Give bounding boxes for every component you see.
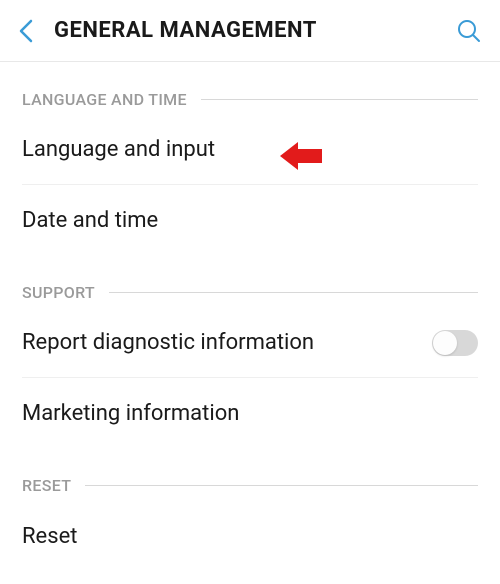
section-divider	[109, 292, 478, 293]
section-label: LANGUAGE AND TIME	[22, 90, 187, 109]
section-header-language-time: LANGUAGE AND TIME	[22, 62, 478, 115]
section-label: SUPPORT	[22, 283, 95, 302]
item-language-and-input[interactable]: Language and input	[22, 115, 478, 185]
item-date-and-time[interactable]: Date and time	[22, 185, 478, 255]
section-header-support: SUPPORT	[22, 255, 478, 308]
page-title: GENERAL MANAGEMENT	[54, 18, 456, 43]
section-divider	[201, 99, 478, 100]
item-report-diagnostic[interactable]: Report diagnostic information	[22, 308, 478, 378]
search-icon[interactable]	[456, 18, 482, 44]
item-label: Reset	[22, 524, 478, 549]
section-divider	[85, 485, 478, 486]
toggle-diagnostic[interactable]	[432, 330, 478, 356]
item-label: Date and time	[22, 208, 478, 233]
item-label: Language and input	[22, 137, 478, 162]
section-language-time: LANGUAGE AND TIME Language and input Dat…	[0, 62, 500, 255]
section-label: RESET	[22, 476, 71, 495]
item-label: Marketing information	[22, 401, 478, 426]
header: GENERAL MANAGEMENT	[0, 0, 500, 62]
section-header-reset: RESET	[22, 448, 478, 501]
section-support: SUPPORT Report diagnostic information Ma…	[0, 255, 500, 448]
back-icon[interactable]	[18, 18, 34, 44]
item-reset[interactable]: Reset	[22, 501, 478, 571]
toggle-knob	[433, 331, 457, 355]
item-label: Report diagnostic information	[22, 330, 432, 355]
section-reset: RESET Reset	[0, 448, 500, 571]
item-marketing-information[interactable]: Marketing information	[22, 378, 478, 448]
